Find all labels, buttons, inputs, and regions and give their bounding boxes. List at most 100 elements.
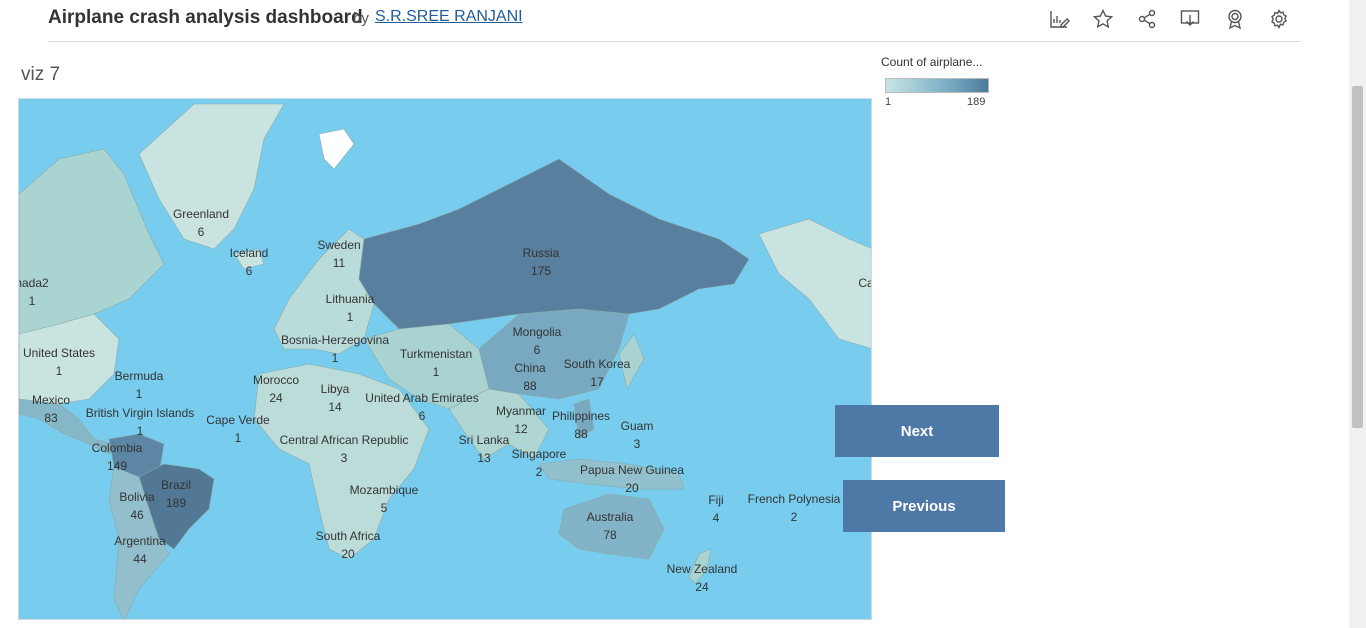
map-label-papua-new-guinea[interactable]: Papua New Guinea 20 [580,461,684,497]
country-name: Mexico [31,393,71,407]
map-label-ca[interactable]: Ca [858,274,871,292]
country-name: Greenland [172,207,230,221]
crash-count: 1 [55,364,63,378]
country-name: Central African Republic [279,433,409,447]
country-name: Fiji [708,493,724,507]
map-label-russia[interactable]: Russia 175 [523,244,560,280]
crash-count: 11 [332,256,346,270]
map-label-colombia[interactable]: Colombia 149 [92,439,143,475]
crash-count: 1 [135,387,143,401]
crash-count: 83 [44,411,58,425]
svalbard-shape [318,128,355,170]
star-icon[interactable] [1092,8,1114,30]
country-name: Mozambique [349,483,419,497]
country-name: South Africa [315,529,381,543]
map-label-south-africa[interactable]: South Africa 20 [316,527,381,563]
country-name: Bermuda [114,369,164,383]
share-icon[interactable] [1136,8,1158,30]
crash-count: 4 [712,511,720,525]
award-icon[interactable] [1224,8,1246,30]
map-label-greenland[interactable]: Greenland 6 [173,205,229,241]
crash-count: 13 [477,451,491,465]
legend-title: Count of airplane... [881,55,983,69]
map-label-mexico[interactable]: Mexico 83 [32,391,70,427]
next-button[interactable]: Next [835,405,999,457]
map-label-nada2[interactable]: nada2 1 [18,274,49,310]
dashboard-title: Airplane crash analysis dashboard [48,7,363,28]
map-label-bosnia-herzegovina[interactable]: Bosnia-Herzegovina 1 [281,331,389,367]
crash-count: 6 [533,343,541,357]
map-label-sri-lanka[interactable]: Sri Lanka 13 [459,431,510,467]
country-name: nada2 [18,276,49,290]
map-label-bermuda[interactable]: Bermuda 1 [115,367,164,403]
world-map[interactable]: Greenland 6 Iceland 6 Sweden 11 Russia 175 nada2… [18,98,872,620]
download-icon[interactable] [1179,8,1201,30]
country-name: China [514,361,546,375]
map-label-sweden[interactable]: Sweden 11 [317,236,360,272]
crash-count: 2 [790,510,798,524]
map-label-libya[interactable]: Libya 14 [321,380,350,416]
map-label-british-virgin-islands[interactable]: British Virgin Islands 1 [86,404,195,440]
scrollbar-thumb[interactable] [1352,86,1363,428]
map-label-lithuania[interactable]: Lithuania 1 [326,290,375,326]
crash-count: 6 [197,225,205,239]
map-label-turkmenistan[interactable]: Turkmenistan 1 [400,345,472,381]
map-label-new-zealand[interactable]: New Zealand 24 [667,560,738,596]
crash-count: 88 [523,379,537,393]
map-label-argentina[interactable]: Argentina 44 [114,532,165,568]
map-label-french-polynesia[interactable]: French Polynesia 2 [748,490,841,526]
country-name: Myanmar [495,404,547,418]
map-label-mongolia[interactable]: Mongolia 6 [513,323,562,359]
map-label-bolivia[interactable]: Bolivia 46 [119,488,154,524]
crash-count: 175 [530,264,552,278]
map-label-central-african-republic[interactable]: Central African Republic 3 [280,431,409,467]
author-link[interactable]: S.R.SREE RANJANI [375,8,523,26]
map-label-iceland[interactable]: Iceland 6 [230,244,269,280]
map-label-united-states[interactable]: United States 1 [23,344,95,380]
map-label-fiji[interactable]: Fiji 4 [708,491,723,527]
country-name: Libya [320,382,350,396]
country-name: Russia [522,246,560,260]
previous-button[interactable]: Previous [843,480,1005,532]
crash-count: 1 [136,424,144,438]
map-label-brazil[interactable]: Brazil 189 [161,476,191,512]
crash-count: 6 [418,409,426,423]
country-name: Morocco [252,373,300,387]
map-label-south-korea[interactable]: South Korea 17 [564,355,631,391]
crash-count: 20 [341,547,355,561]
map-label-cape-verde[interactable]: Cape Verde 1 [206,411,269,447]
crash-count: 1 [346,310,354,324]
page-scrollbar[interactable] [1349,0,1366,628]
country-name: Bolivia [119,490,155,504]
country-name: Sri Lanka [458,433,510,447]
map-label-morocco[interactable]: Morocco 24 [253,371,299,407]
country-name: Papua New Guinea [579,463,685,477]
crash-count: 1 [432,365,440,379]
map-label-mozambique[interactable]: Mozambique 5 [350,481,419,517]
crash-count: 24 [269,391,283,405]
map-label-australia[interactable]: Australia 78 [587,508,634,544]
crash-count: 17 [590,375,604,389]
country-name: Mongolia [512,325,562,339]
color-legend: Count of airplane... 1 189 [881,55,993,108]
crash-count: 1 [331,351,339,365]
settings-icon[interactable] [1268,8,1290,30]
crash-count: 78 [603,528,617,542]
crash-count: 20 [625,481,639,495]
crash-count: 88 [574,427,588,441]
country-name: Bosnia-Herzegovina [280,333,390,347]
map-label-philippines[interactable]: Philippines 88 [552,407,610,443]
map-label-united-arab-emirates[interactable]: United Arab Emirates 6 [365,389,478,425]
map-label-china[interactable]: China 88 [514,359,545,395]
legend-gradient-bar [885,78,989,93]
edit-chart-icon[interactable] [1048,8,1070,30]
country-name: French Polynesia [747,492,841,506]
country-name: Philippines [551,409,611,423]
map-label-singapore[interactable]: Singapore 2 [512,445,567,481]
crash-count: 1 [28,294,36,308]
crash-count: 2 [535,465,543,479]
legend-min-label: 1 [885,96,892,108]
map-label-guam[interactable]: Guam 3 [621,417,654,453]
viz-title: viz 7 [21,64,61,85]
dashboard-header: Airplane crash analysis dashboard by S.R… [48,0,1301,42]
